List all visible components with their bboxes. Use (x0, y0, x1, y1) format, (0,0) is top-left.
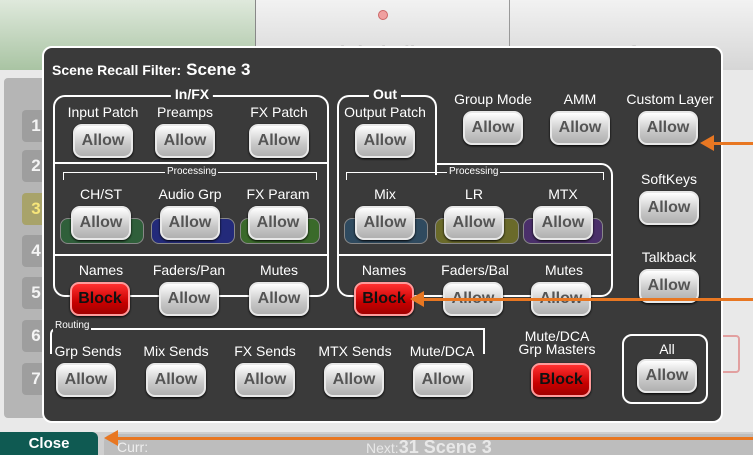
arrowhead-icon (104, 430, 118, 446)
fx-param-label: FX Param (246, 186, 310, 202)
status-dot-icon (378, 10, 388, 20)
in-fx-title: In/FX (170, 86, 214, 102)
fx-param-toggle[interactable]: Allow (248, 206, 308, 240)
mtx-toggle[interactable]: Allow (533, 206, 593, 240)
mute-dca-grp-masters-toggle[interactable]: Block (531, 363, 591, 397)
mix-toggle[interactable]: Allow (355, 206, 415, 240)
fx-sends-label: FX Sends (234, 343, 296, 359)
dialog-title-label: Scene Recall Filter: (52, 62, 182, 78)
arrowhead-icon (410, 291, 424, 307)
in-names-toggle[interactable]: Block (70, 282, 130, 316)
routing-mute-dca-label: Mute/DCA (409, 343, 475, 359)
mtx-sends-toggle[interactable]: Allow (324, 363, 384, 397)
routing-mute-dca-toggle[interactable]: Allow (413, 363, 473, 397)
grp-sends-label: Grp Sends (54, 343, 122, 359)
group-mode-label: Group Mode (454, 91, 532, 107)
fx-patch-toggle[interactable]: Allow (249, 124, 309, 158)
divider (55, 162, 327, 164)
softkeys-label: SoftKeys (640, 171, 698, 187)
out-title: Out (368, 86, 402, 102)
dialog-scene-name: Scene 3 (186, 60, 251, 79)
preamps-toggle[interactable]: Allow (155, 124, 215, 158)
out-group-joint (339, 160, 435, 168)
callout-arrow (418, 298, 753, 301)
faders-bal-label: Faders/Bal (441, 262, 509, 278)
mute-dca-label-line2: Grp Masters (518, 341, 596, 357)
ch-st-label: CH/ST (80, 186, 122, 202)
audio-grp-toggle[interactable]: Allow (160, 206, 220, 240)
divider (55, 254, 327, 256)
ch-st-toggle[interactable]: Allow (71, 206, 131, 240)
audio-grp-label: Audio Grp (158, 186, 222, 202)
talkback-label: Talkback (641, 249, 697, 265)
mtx-label: MTX (548, 186, 578, 202)
output-patch-label: Output Patch (344, 104, 426, 120)
amm-toggle[interactable]: Allow (550, 111, 610, 145)
mix-sends-label: Mix Sends (143, 343, 209, 359)
custom-layer-label: Custom Layer (626, 91, 714, 107)
out-processing-label: Processing (447, 166, 501, 177)
lr-label: LR (465, 186, 483, 202)
softkeys-toggle[interactable]: Allow (639, 191, 699, 225)
lr-toggle[interactable]: Allow (444, 206, 504, 240)
all-toggle[interactable]: Allow (637, 359, 697, 393)
routing-title: Routing (53, 320, 92, 331)
next-prefix: Next: (366, 440, 399, 455)
out-mutes-label: Mutes (544, 262, 584, 278)
fx-sends-toggle[interactable]: Allow (235, 363, 295, 397)
divider (339, 254, 611, 256)
faders-pan-toggle[interactable]: Allow (159, 282, 219, 316)
input-patch-label: Input Patch (67, 104, 139, 120)
current-scene-label: Curr: (117, 439, 149, 455)
out-names-label: Names (361, 262, 407, 278)
faders-pan-label: Faders/Pan (152, 262, 226, 278)
mix-sends-toggle[interactable]: Allow (146, 363, 206, 397)
group-mode-toggle[interactable]: Allow (463, 111, 523, 145)
out-names-toggle[interactable]: Block (354, 282, 414, 316)
arrowhead-icon (700, 135, 714, 151)
callout-arrow (710, 142, 753, 145)
in-processing-label: Processing (165, 166, 219, 177)
mtx-sends-label: MTX Sends (318, 343, 392, 359)
in-mutes-label: Mutes (259, 262, 299, 278)
input-patch-toggle[interactable]: Allow (73, 124, 133, 158)
mute-dca-grp-masters-label: Mute/DCA Grp Masters (518, 329, 596, 357)
grp-sends-toggle[interactable]: Allow (56, 363, 116, 397)
callout-arrow (115, 437, 753, 440)
fx-patch-label: FX Patch (250, 104, 308, 120)
preamps-label: Preamps (156, 104, 214, 120)
in-names-label: Names (78, 262, 124, 278)
in-mutes-toggle[interactable]: Allow (249, 282, 309, 316)
all-label: All (659, 341, 675, 357)
output-patch-toggle[interactable]: Allow (355, 124, 415, 158)
mix-label: Mix (374, 186, 396, 202)
dialog-title: Scene Recall Filter: Scene 3 (52, 60, 250, 80)
custom-layer-toggle[interactable]: Allow (638, 111, 698, 145)
amm-label: AMM (563, 91, 597, 107)
close-button[interactable]: Close (0, 432, 98, 455)
